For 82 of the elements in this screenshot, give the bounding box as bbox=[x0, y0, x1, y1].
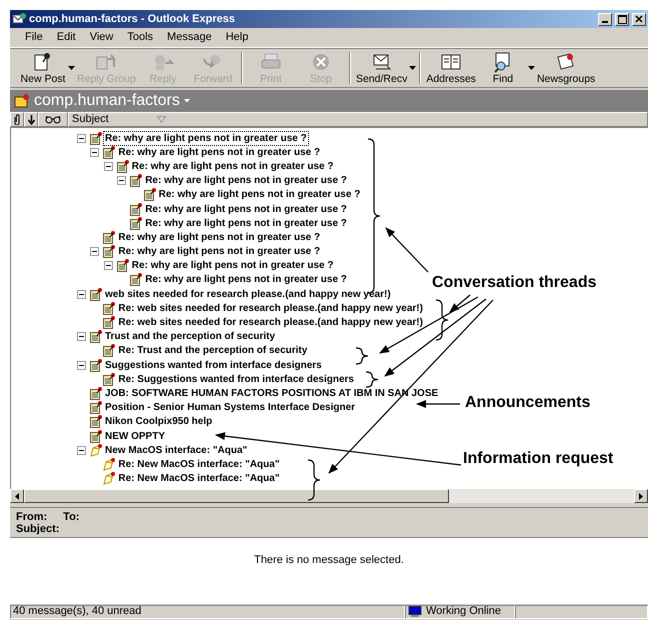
collapse-icon[interactable] bbox=[77, 446, 86, 455]
paperclip-icon bbox=[14, 114, 20, 125]
menu-item[interactable]: Edit bbox=[50, 29, 83, 46]
dropdown-caret-icon[interactable] bbox=[409, 66, 416, 70]
minimize-button[interactable] bbox=[598, 12, 612, 26]
collapse-icon[interactable] bbox=[77, 332, 86, 342]
message-subject[interactable]: Re: why are light pens not in greater use ? bbox=[144, 202, 348, 216]
right-arrow-icon bbox=[639, 492, 643, 500]
message-subject[interactable]: Re: why are light pens not in greater use ? bbox=[158, 188, 362, 202]
annotation-label: Information request bbox=[463, 450, 614, 468]
scrollbar-thumb[interactable] bbox=[24, 489, 449, 503]
message-subject[interactable]: Re: why are light pens not in greater use ? bbox=[117, 230, 322, 244]
sort-triangle-icon bbox=[156, 116, 166, 123]
dropdown-caret-icon[interactable] bbox=[528, 66, 535, 70]
toolbar-button[interactable]: Find bbox=[478, 49, 528, 87]
arrow bbox=[385, 227, 428, 272]
menu-item[interactable]: Help bbox=[218, 29, 256, 46]
collapse-icon[interactable] bbox=[90, 247, 100, 256]
brace bbox=[308, 459, 321, 501]
collapse-icon[interactable] bbox=[77, 360, 86, 370]
message-subject[interactable]: Re: web sites needed for research please.(and happy new year!) bbox=[117, 302, 424, 315]
message-subject[interactable]: Re: why are light pens not in greater use ? bbox=[130, 259, 335, 272]
down-arrow-icon bbox=[28, 114, 34, 124]
subject-label: Subject: bbox=[16, 523, 60, 535]
menu-item[interactable]: Tools bbox=[120, 29, 160, 46]
glasses-icon bbox=[45, 115, 61, 124]
menu-item[interactable]: File bbox=[18, 29, 50, 46]
message-subject[interactable]: Trust and the perception of security bbox=[104, 330, 276, 344]
message-subject[interactable]: New MacOS interface: "Aqua" bbox=[104, 444, 248, 457]
message-subject[interactable]: Position - Senior Human Systems Interface Designer bbox=[104, 401, 356, 414]
caret-icon[interactable] bbox=[184, 99, 190, 103]
menu-item[interactable]: Message bbox=[160, 29, 219, 46]
message-subject[interactable]: Re: web sites needed for research please.(and happy new year!) bbox=[117, 316, 424, 330]
scroll-right-button[interactable] bbox=[634, 489, 648, 503]
brace bbox=[436, 299, 449, 341]
message-subject[interactable]: Re: why are light pens not in greater use ? bbox=[130, 160, 335, 173]
message-subject[interactable]: NEW OPPTY bbox=[104, 430, 166, 443]
message-subject[interactable]: Re: Suggestions wanted from interface designers bbox=[117, 372, 355, 386]
close-icon bbox=[635, 15, 643, 23]
close-button[interactable] bbox=[632, 12, 646, 26]
maximize-button[interactable] bbox=[615, 12, 629, 26]
toolbar-button[interactable]: Addresses bbox=[424, 49, 478, 87]
message-subject[interactable]: web sites needed for research please.(and happy new year!) bbox=[104, 288, 392, 301]
collapse-icon[interactable] bbox=[77, 290, 86, 299]
message-subject[interactable]: Re: New MacOS interface: "Aqua" bbox=[117, 472, 281, 486]
dropdown-caret-icon[interactable] bbox=[68, 66, 75, 70]
message-subject[interactable]: Re: why are light pens not in greater use ? bbox=[144, 216, 348, 230]
folder-icon bbox=[14, 93, 30, 109]
toolbar-button[interactable]: Newsgroups bbox=[534, 49, 598, 87]
maximize-icon bbox=[618, 14, 626, 24]
left-arrow-icon bbox=[15, 492, 19, 500]
message-subject[interactable]: Re: New MacOS interface: "Aqua" bbox=[117, 458, 281, 471]
attachment-column-header[interactable] bbox=[10, 112, 24, 127]
connection-status: Working Online bbox=[426, 604, 501, 620]
message-subject[interactable]: Re: Trust and the perception of security bbox=[117, 344, 308, 358]
message-subject[interactable]: Re: why are light pens not in greater use ? bbox=[144, 174, 348, 188]
toolbar-button[interactable]: New Post bbox=[18, 49, 68, 87]
message-subject[interactable]: Re: why are light pens not in greater use ? bbox=[104, 132, 308, 145]
collapse-icon[interactable] bbox=[90, 148, 100, 157]
scroll-left-button[interactable] bbox=[10, 489, 24, 503]
from-label: From: bbox=[16, 511, 48, 523]
to-label: To: bbox=[63, 511, 80, 523]
app-icon bbox=[12, 12, 26, 26]
collapse-icon[interactable] bbox=[77, 134, 86, 143]
message-subject[interactable]: Suggestions wanted from interface designers bbox=[104, 358, 323, 372]
brace bbox=[366, 371, 379, 388]
toolbar-button[interactable]: Send/Recv bbox=[354, 49, 410, 87]
brace bbox=[356, 347, 369, 365]
collapse-icon[interactable] bbox=[104, 162, 113, 171]
message-subject[interactable]: Re: why are light pens not in greater use ? bbox=[144, 273, 348, 286]
no-message-text: There is no message selected. bbox=[254, 554, 404, 566]
collapse-icon[interactable] bbox=[104, 261, 113, 270]
priority-column-header[interactable] bbox=[24, 112, 38, 127]
watch-column-header[interactable] bbox=[38, 112, 68, 127]
message-subject[interactable]: Nikon Coolpix950 help bbox=[104, 415, 214, 428]
message-subject[interactable]: Re: why are light pens not in greater use ? bbox=[117, 245, 322, 258]
message-subject[interactable]: Re: why are light pens not in greater use ? bbox=[117, 146, 322, 159]
subject-column-header[interactable]: Subject bbox=[68, 112, 648, 127]
collapse-icon[interactable] bbox=[117, 176, 126, 186]
status-count: 40 message(s), 40 unread bbox=[10, 604, 405, 618]
menu-item[interactable]: View bbox=[82, 29, 120, 46]
window-title: comp.human-factors - Outlook Express bbox=[29, 12, 236, 27]
